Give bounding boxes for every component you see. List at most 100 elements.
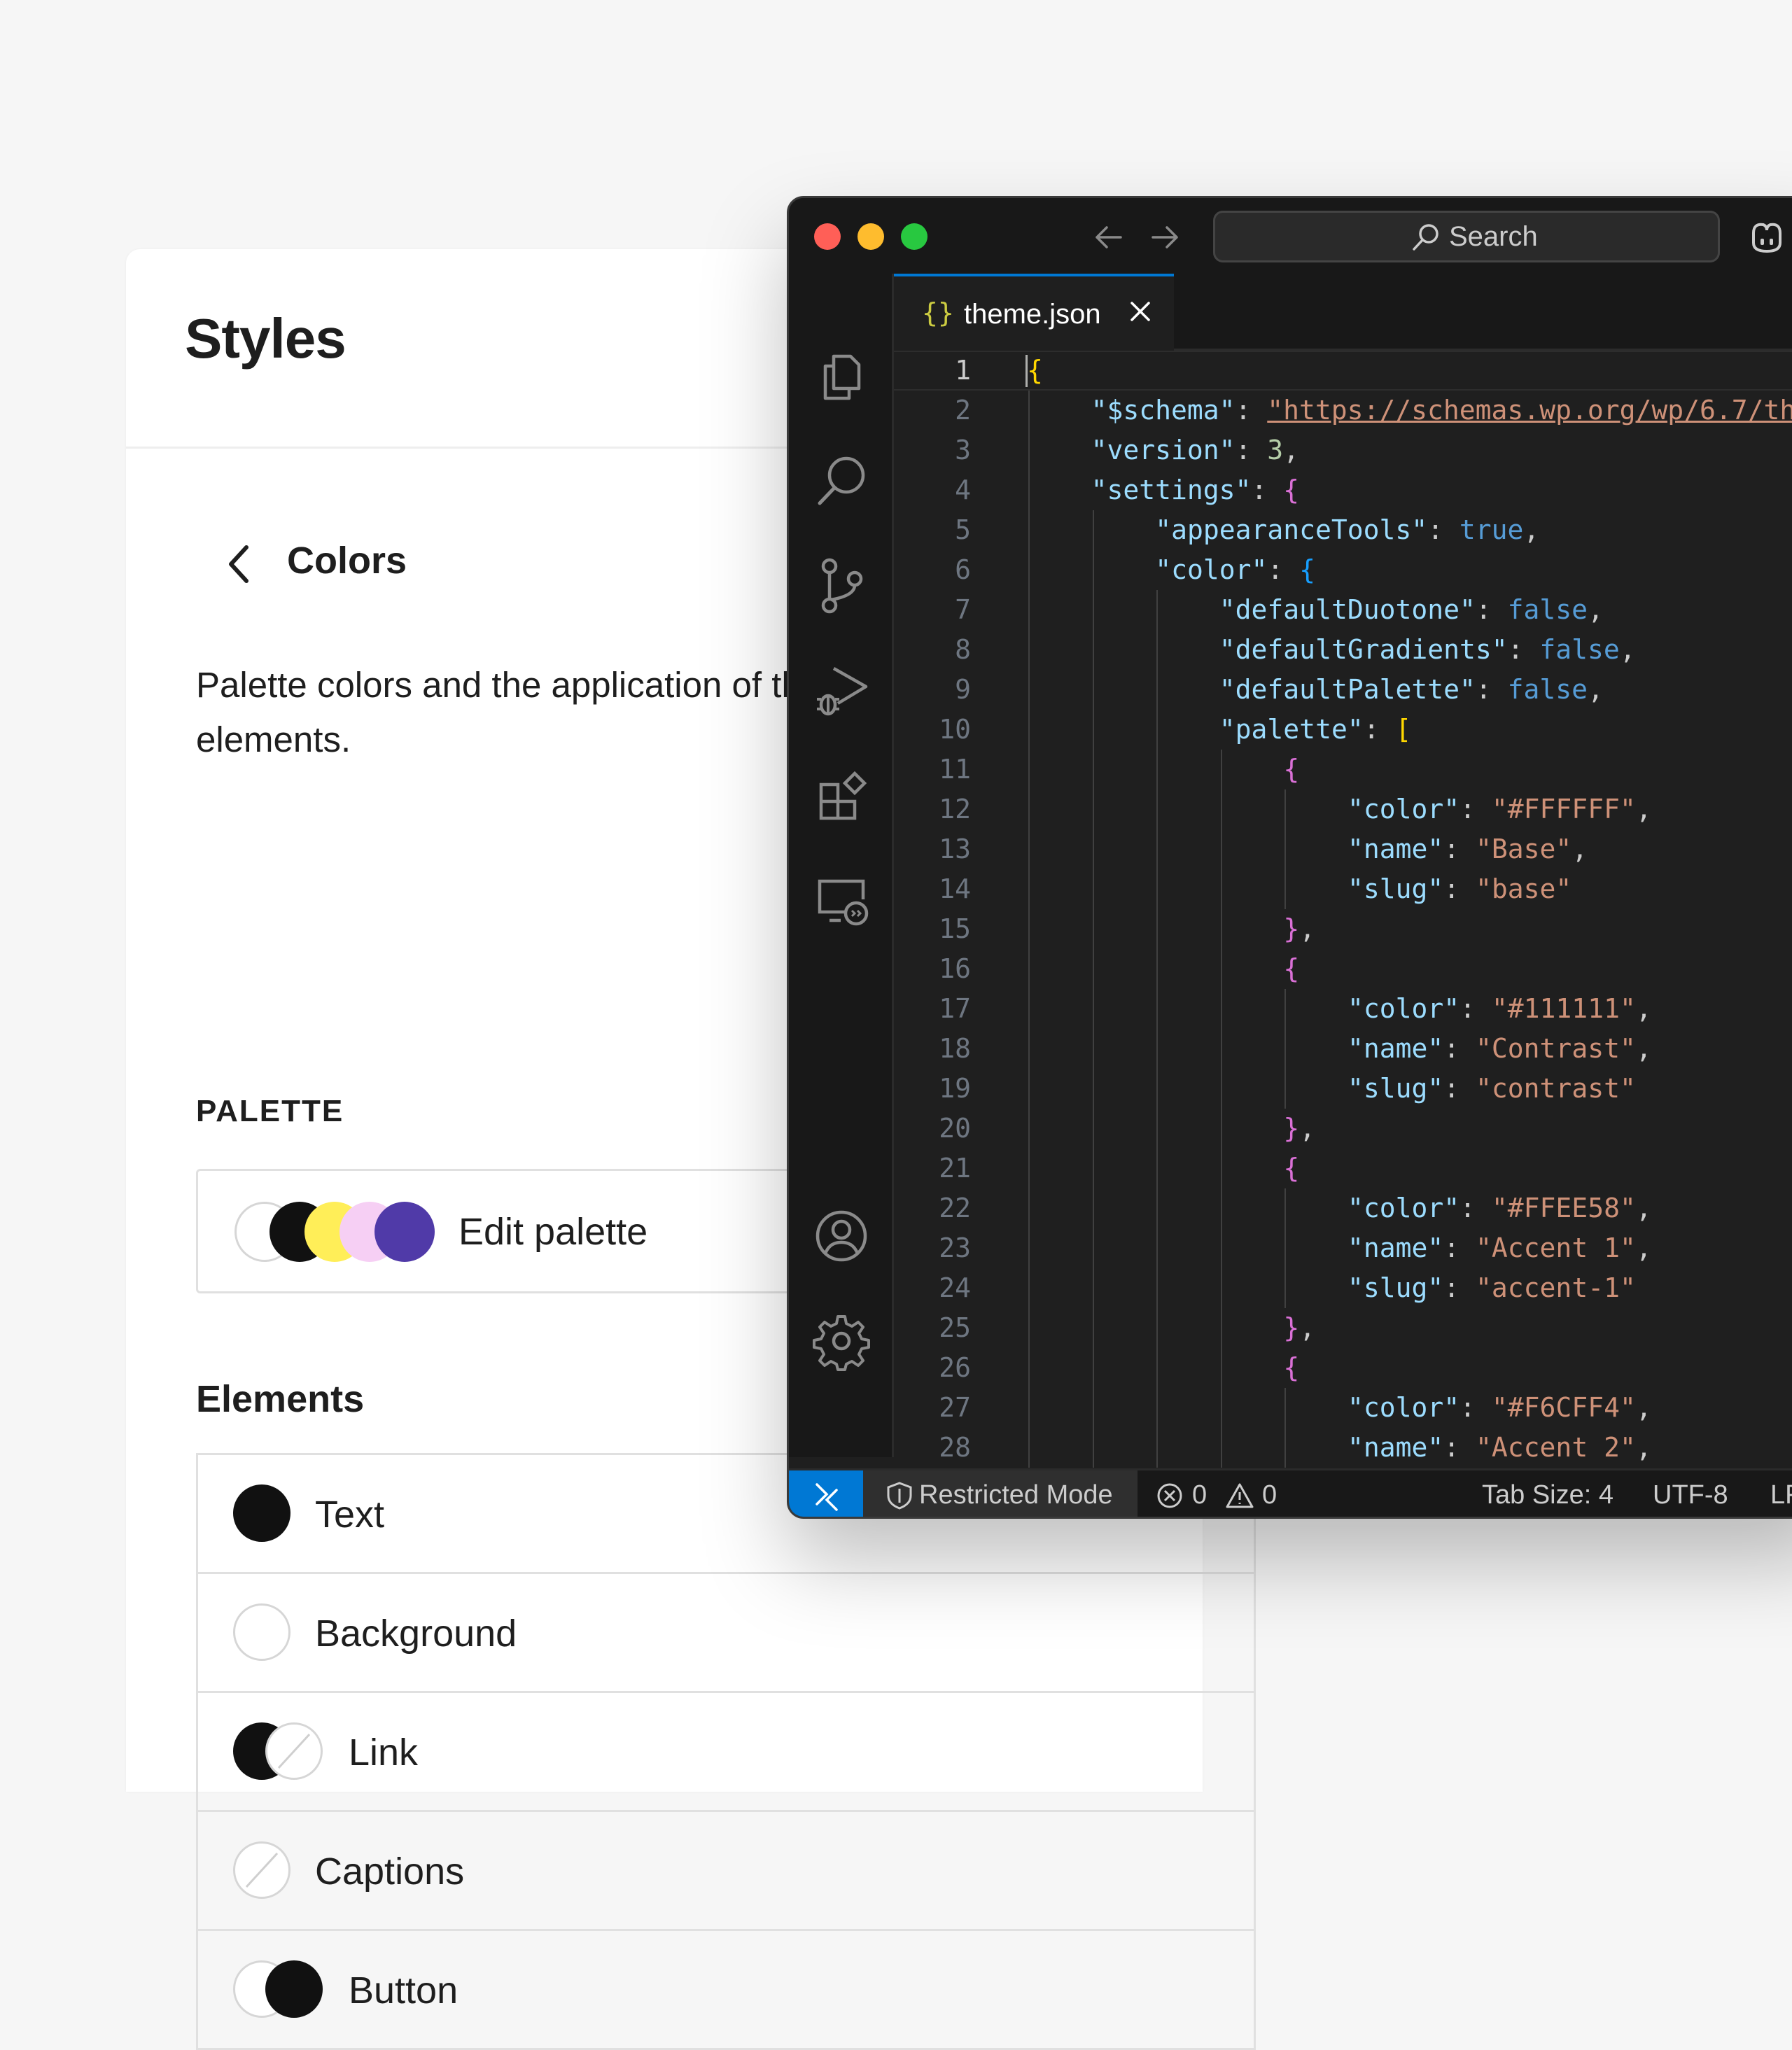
indent-guide [1092, 510, 1094, 1468]
close-icon[interactable] [1125, 296, 1156, 327]
line-number: 11 [939, 754, 971, 785]
code-line: 1{ [894, 351, 1792, 391]
line-number: 15 [939, 913, 971, 944]
navigate-back-button[interactable] [1087, 216, 1129, 258]
code-editor[interactable]: 1{2 "$schema": "https://schemas.wp.org/wp… [894, 351, 1792, 1468]
element-row-captions[interactable]: Captions [198, 1812, 1254, 1931]
remote-indicator-button[interactable] [789, 1470, 863, 1517]
elements-label: Elements [196, 1378, 365, 1420]
line-number: 16 [939, 953, 971, 984]
accounts-button[interactable] [810, 1205, 873, 1268]
code-text: "palette": [ [1219, 714, 1412, 745]
search-placeholder: Search [1449, 221, 1538, 252]
code-text: "version": 3, [1091, 435, 1300, 465]
code-text: { [1283, 1352, 1300, 1383]
code-text: "name": "Contrast", [1348, 1033, 1652, 1064]
json-file-icon: {} [922, 297, 954, 328]
code-text: }, [1283, 1312, 1316, 1343]
close-window-button[interactable] [814, 223, 841, 250]
search-icon [1413, 224, 1438, 251]
search-icon [818, 456, 865, 505]
restricted-mode-indicator[interactable]: Restricted Mode [863, 1470, 1138, 1517]
error-icon [1157, 1483, 1182, 1508]
line-number: 27 [939, 1392, 971, 1423]
text-cursor [1026, 355, 1028, 387]
line-number: 4 [955, 475, 971, 505]
code-text: }, [1283, 913, 1316, 944]
line-number: 19 [939, 1073, 971, 1104]
line-number: 3 [955, 435, 971, 465]
encoding-indicator[interactable]: UTF-8 [1653, 1480, 1728, 1510]
source-control-button[interactable] [810, 554, 873, 617]
restricted-mode-label: Restricted Mode [919, 1480, 1113, 1510]
line-number: 21 [939, 1153, 971, 1184]
code-text: { [1283, 754, 1300, 785]
line-number: 23 [939, 1233, 971, 1263]
status-bar: Restricted Mode 0 0 Tab Size: 4 UTF-8 LF [789, 1468, 1792, 1517]
code-text: "color": { [1155, 554, 1315, 585]
gear-icon [813, 1315, 870, 1371]
line-number: 9 [955, 674, 971, 705]
indent-guide [1028, 391, 1030, 1468]
element-label: Link [349, 1732, 419, 1774]
indent-guide [1156, 590, 1158, 1468]
element-row-background[interactable]: Background [198, 1574, 1254, 1693]
back-button[interactable] [204, 529, 274, 599]
code-text: "slug": "accent-1" [1348, 1272, 1636, 1303]
minimize-window-button[interactable] [858, 223, 884, 250]
arrow-left-icon [1096, 226, 1122, 248]
editor-tabs: {} theme.json [894, 274, 1792, 351]
code-text: }, [1283, 1113, 1316, 1144]
code-text: { [1283, 953, 1300, 984]
chevron-left-icon [229, 545, 248, 583]
debug-icon [817, 667, 868, 716]
code-text: "name": "Accent 1", [1348, 1233, 1652, 1263]
command-center-search[interactable]: Search [1213, 211, 1720, 262]
copilot-icon[interactable] [1748, 219, 1786, 254]
tab-theme-json[interactable]: {} theme.json [894, 274, 1174, 351]
line-number: 7 [955, 594, 971, 625]
element-label: Button [349, 1970, 458, 2012]
page-title: Styles [185, 307, 346, 370]
edit-palette-label: Edit palette [458, 1211, 648, 1253]
extensions-button[interactable] [810, 764, 873, 827]
code-text: "color": "#111111", [1348, 993, 1652, 1024]
tab-label: theme.json [964, 299, 1101, 330]
search-view-button[interactable] [810, 449, 873, 512]
element-label: Text [315, 1494, 385, 1536]
indent-guide [1284, 989, 1287, 1109]
palette-label: PALETTE [196, 1094, 344, 1128]
warning-count: 0 [1262, 1480, 1278, 1510]
explorer-button[interactable] [810, 344, 873, 407]
code-text: "settings": { [1091, 475, 1300, 505]
code-text: "appearanceTools": true, [1155, 514, 1540, 545]
line-number: 5 [955, 514, 971, 545]
code-text: "defaultDuotone": false, [1219, 594, 1604, 625]
eol-indicator[interactable]: LF [1770, 1480, 1792, 1510]
code-text: "color": "#FFEE58", [1348, 1193, 1652, 1223]
maximize-window-button[interactable] [901, 223, 927, 250]
shield-icon [887, 1482, 912, 1510]
files-icon [823, 354, 861, 400]
activity-bar [789, 274, 894, 1457]
arrow-right-icon [1152, 226, 1178, 248]
manage-settings-button[interactable] [810, 1310, 873, 1372]
button-background-color-indicator [265, 1960, 323, 2018]
tab-size-indicator[interactable]: Tab Size: 4 [1482, 1480, 1614, 1510]
line-number: 24 [939, 1272, 971, 1303]
line-number: 22 [939, 1193, 971, 1223]
run-and-debug-button[interactable] [810, 659, 873, 722]
code-text: "slug": "base" [1348, 873, 1572, 904]
line-number: 20 [939, 1113, 971, 1144]
line-number: 28 [939, 1432, 971, 1463]
navigate-forward-button[interactable] [1144, 216, 1186, 258]
element-row-link[interactable]: Link [198, 1693, 1254, 1812]
background-color-indicator [233, 1603, 290, 1661]
code-text: "slug": "contrast" [1348, 1073, 1636, 1104]
element-row-button[interactable]: Button [198, 1931, 1254, 2050]
line-number: 14 [939, 873, 971, 904]
indent-guide [1220, 750, 1222, 1468]
line-number: 2 [955, 395, 971, 426]
remote-explorer-button[interactable] [810, 869, 873, 932]
warning-icon [1226, 1483, 1254, 1508]
